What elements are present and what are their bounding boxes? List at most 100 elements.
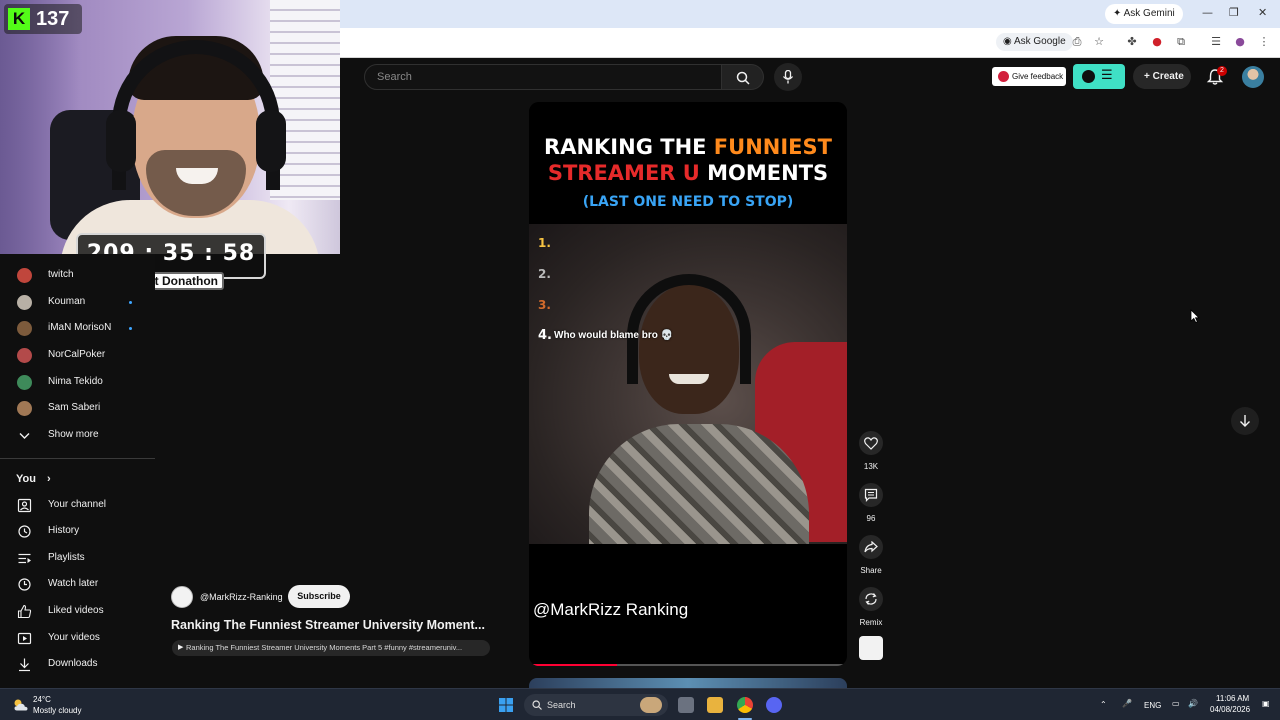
share-button[interactable] <box>859 535 883 559</box>
sound-thumbnail[interactable] <box>859 636 883 660</box>
sidebar-item-sam-saberi[interactable]: Sam Saberi <box>0 396 155 422</box>
language-indicator[interactable]: ENG <box>1144 701 1161 710</box>
sidebar-item-iman-morison[interactable]: iMaN MorisoN <box>0 316 155 342</box>
channel-avatar <box>17 268 32 283</box>
chevron-up-icon[interactable]: ⌃ <box>1100 700 1107 709</box>
feedback-icon <box>998 71 1009 82</box>
window-blinds <box>270 0 340 200</box>
sidebar-item-playlists[interactable]: Playlists <box>0 546 155 572</box>
sidebar-divider <box>0 458 155 459</box>
sidebar-item-kouman[interactable]: Kouman <box>0 290 155 316</box>
adblock-icon[interactable]: ● <box>1150 35 1164 49</box>
windows-start-icon[interactable] <box>499 698 513 712</box>
video-icon <box>17 632 32 645</box>
arrow-down-icon <box>1240 415 1250 427</box>
minimize-icon[interactable]: — <box>1202 6 1213 19</box>
volume-icon[interactable]: 🔊 <box>1188 699 1198 708</box>
close-icon[interactable]: ✕ <box>1258 6 1267 19</box>
play-icon: ▶ <box>178 644 184 651</box>
headphone-left <box>106 110 136 172</box>
comment-count: 96 <box>866 514 876 523</box>
next-short-button[interactable] <box>1231 407 1259 435</box>
account-avatar[interactable] <box>1242 66 1264 88</box>
discord-icon[interactable] <box>766 697 782 713</box>
clock-time[interactable]: 11:06 AM <box>1216 694 1249 703</box>
network-icon[interactable]: ▭ <box>1172 699 1180 708</box>
you-section-title[interactable]: You › <box>16 473 51 485</box>
star-icon[interactable]: ☆ <box>1092 35 1106 49</box>
short-title[interactable]: Ranking The Funniest Streamer University… <box>171 618 491 632</box>
mic-tray-icon[interactable]: 🎤 <box>1122 699 1132 708</box>
chevron-right-icon: › <box>47 473 51 485</box>
file-explorer-icon[interactable] <box>707 697 723 713</box>
channel-handle[interactable]: @MarkRizz-Ranking <box>200 592 283 602</box>
channel-avatar <box>17 375 32 390</box>
like-count: 13K <box>863 462 879 471</box>
extension-menu-button[interactable]: ☰ <box>1073 64 1125 89</box>
sidebar-item-watch-later[interactable]: Watch later <box>0 572 155 598</box>
rank-2: 2. <box>538 267 551 281</box>
like-button[interactable] <box>859 431 883 455</box>
channel-avatar <box>17 321 32 336</box>
task-view-icon[interactable] <box>678 697 694 713</box>
sidebar-item-history[interactable]: History <box>0 519 155 545</box>
taskbar-search[interactable]: Search <box>524 694 668 716</box>
extension-puzzle-icon[interactable]: ✤ <box>1125 35 1139 49</box>
sidebar-item-downloads[interactable]: Downloads <box>0 652 155 678</box>
reading-list-icon[interactable]: ☰ <box>1209 35 1223 49</box>
rank-4-caption: Who would blame bro 💀 <box>554 330 674 341</box>
playlists-icon <box>18 553 31 564</box>
notification-center-icon[interactable]: ▣ <box>1262 699 1270 708</box>
sidebar-item-your-videos[interactable]: Your videos <box>0 626 155 652</box>
chrome-icon[interactable] <box>737 697 753 713</box>
related-video-pill[interactable]: ▶ Ranking The Funniest Streamer Universi… <box>172 640 490 656</box>
show-more-button[interactable]: Show more <box>0 423 155 449</box>
search-button[interactable] <box>722 64 764 90</box>
rank-4: 4. <box>538 328 552 343</box>
share-label: Share <box>860 566 882 575</box>
live-indicator <box>129 301 132 304</box>
shorts-player[interactable]: RANKING THE FUNNIEST STREAMER U MOMENTS … <box>529 102 847 666</box>
browser-title-bar: ✦ Ask Gemini — ❐ ✕ <box>340 0 1280 28</box>
create-button[interactable]: + Create <box>1133 64 1191 89</box>
history-icon <box>18 525 31 538</box>
sidebar-item-twitch[interactable]: twitch <box>0 263 155 289</box>
extensions-icon[interactable]: ⧉ <box>1174 35 1188 49</box>
clock-icon <box>18 578 31 591</box>
search-highlight-icon <box>640 697 662 713</box>
voice-search-button[interactable] <box>774 63 802 91</box>
channel-icon <box>17 498 32 513</box>
thumbs-up-icon <box>17 604 32 619</box>
comments-button[interactable] <box>859 483 883 507</box>
ask-gemini-button[interactable]: ✦ Ask Gemini <box>1105 4 1183 24</box>
weather-condition[interactable]: Mostly cloudy <box>33 706 81 715</box>
sidebar-item-liked-videos[interactable]: Liked videos <box>0 599 155 625</box>
share-icon <box>864 541 878 553</box>
sidebar-item-norcalpoker[interactable]: NorCalPoker <box>0 343 155 369</box>
lens-icon: ◉ <box>1003 36 1014 47</box>
subscribe-button[interactable]: Subscribe <box>288 585 350 608</box>
search-input[interactable]: Search <box>364 64 722 90</box>
remix-button[interactable] <box>859 587 883 611</box>
headline-line-1: RANKING THE FUNNIEST <box>544 135 832 159</box>
profile-icon[interactable]: ● <box>1233 35 1247 49</box>
rank-3: 3. <box>538 298 551 312</box>
restore-icon[interactable]: ❐ <box>1229 6 1239 19</box>
heart-icon <box>864 437 878 450</box>
gemini-icon: ✦ <box>1113 8 1124 19</box>
sidebar-item-nima-tekido[interactable]: Nima Tekido <box>0 370 155 396</box>
clock-date[interactable]: 04/08/2026 <box>1210 705 1250 714</box>
ask-google-button[interactable]: ◉ Ask Google <box>996 33 1073 51</box>
short-channel-avatar[interactable] <box>171 586 193 608</box>
remix-icon <box>865 593 877 605</box>
give-feedback-button[interactable]: Give feedback <box>992 67 1066 86</box>
weather-temp[interactable]: 24°C <box>33 695 51 704</box>
headline-line-2: STREAMER U MOMENTS <box>547 161 829 185</box>
cloud-sun-icon[interactable] <box>13 698 29 712</box>
sidebar-item-your-channel[interactable]: Your channel <box>0 493 155 519</box>
next-short-preview[interactable] <box>529 678 847 688</box>
channel-avatar <box>17 401 32 416</box>
menu-dots-icon[interactable]: ⋮ <box>1257 35 1271 49</box>
install-icon[interactable]: ⎙ <box>1070 35 1084 49</box>
search-icon <box>736 71 750 85</box>
